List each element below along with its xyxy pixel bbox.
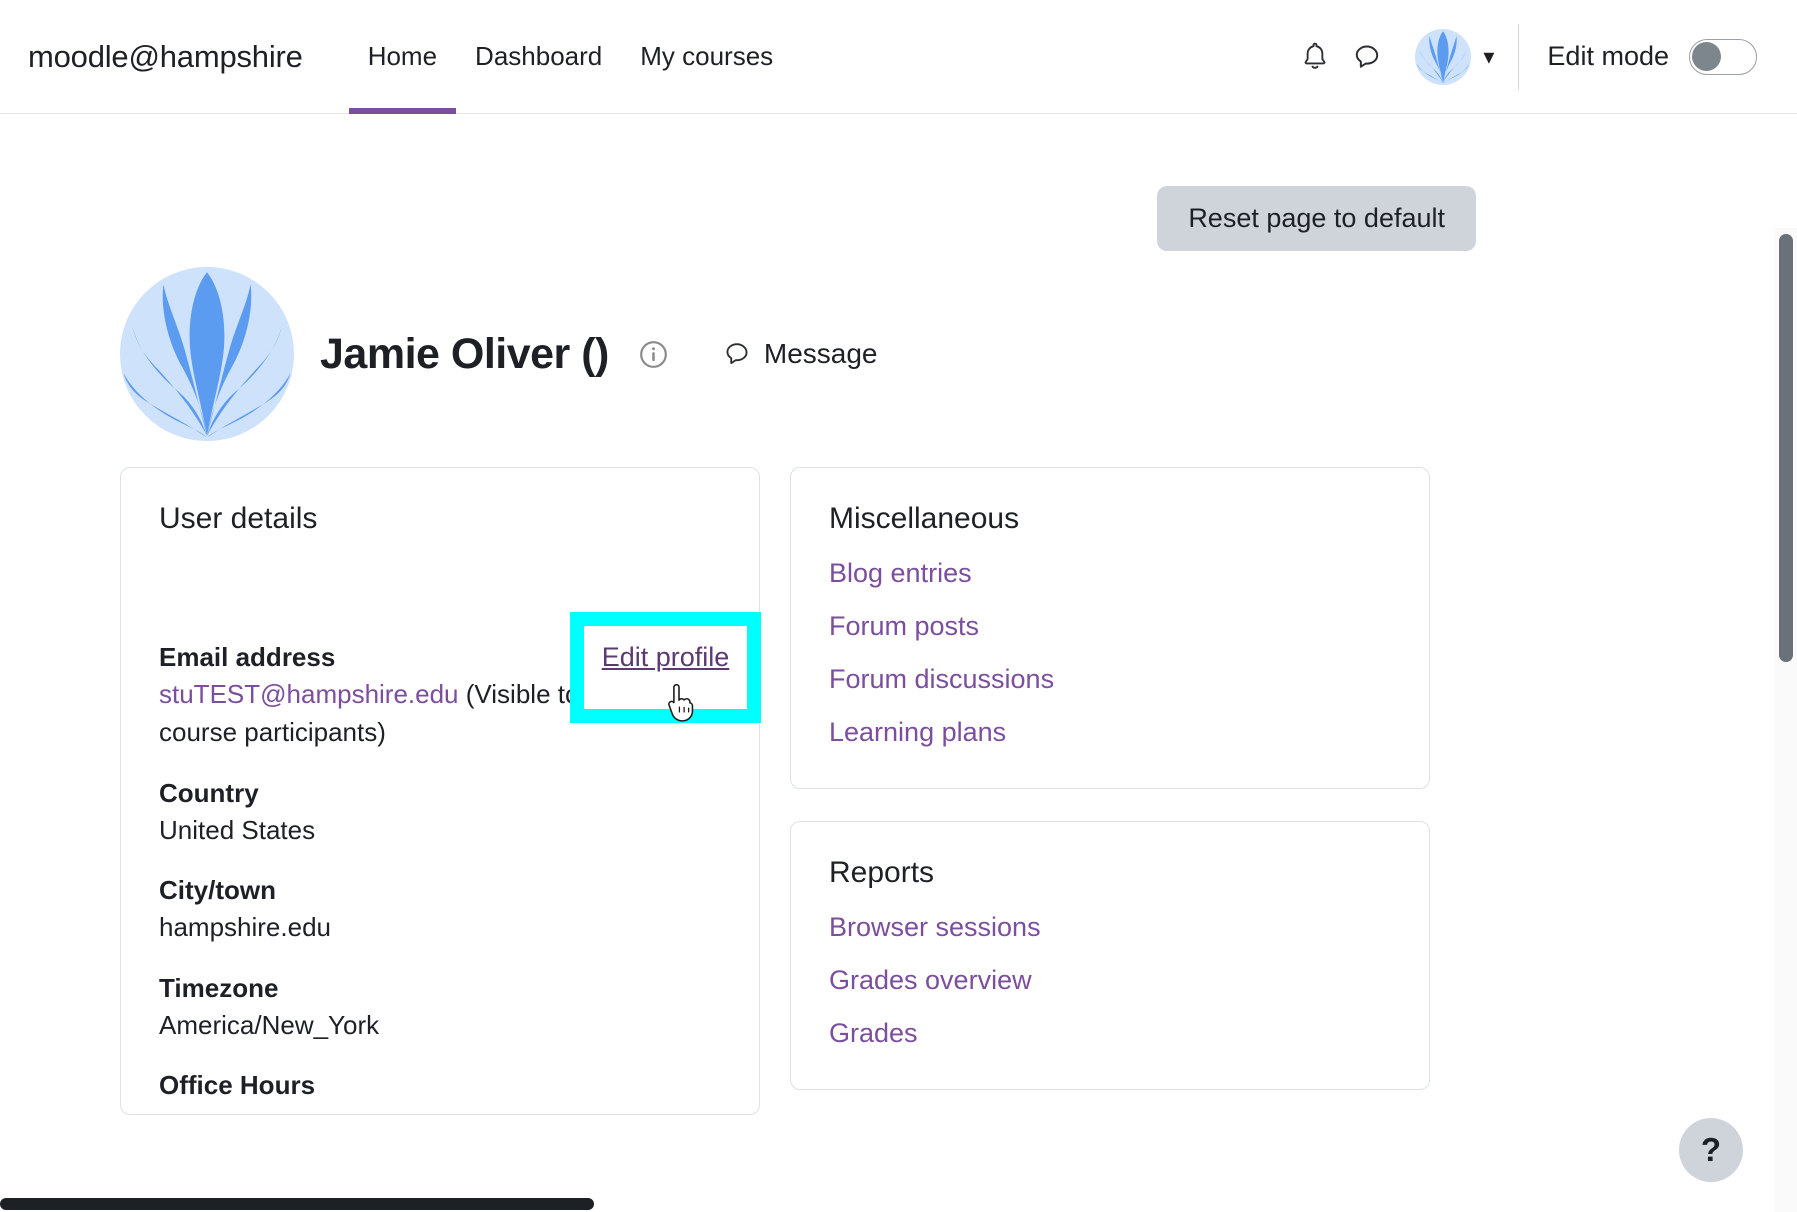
profile-columns: User details Email address stuTEST@hamps…: [120, 467, 1698, 1115]
detail-value-country: United States: [159, 814, 316, 845]
miscellaneous-card: Miscellaneous Blog entries Forum posts F…: [790, 467, 1430, 789]
message-link[interactable]: Message: [722, 338, 878, 370]
nav-item-my-courses[interactable]: My courses: [621, 0, 792, 114]
detail-value-timezone: America/New_York: [159, 1009, 380, 1040]
link-learning-plans[interactable]: Learning plans: [829, 717, 1391, 748]
nav-item-home[interactable]: Home: [348, 0, 457, 114]
right-column: Miscellaneous Blog entries Forum posts F…: [790, 467, 1430, 1090]
nav-item-dashboard[interactable]: Dashboard: [456, 0, 621, 114]
reports-card: Reports Browser sessions Grades overview…: [790, 821, 1430, 1090]
notifications-button[interactable]: [1289, 31, 1341, 83]
profile-avatar[interactable]: [120, 267, 294, 441]
page-body: Reset page to default Jamie Oliver () Me…: [0, 114, 1797, 1212]
message-label: Message: [763, 338, 878, 369]
vertical-scrollbar[interactable]: [1775, 228, 1797, 1212]
reports-title: Reports: [829, 856, 935, 889]
email-link[interactable]: stuTEST@hampshire.edu: [159, 679, 459, 709]
link-blog-entries[interactable]: Blog entries: [829, 558, 1391, 589]
edit-mode-label: Edit mode: [1547, 41, 1669, 71]
link-grades-overview[interactable]: Grades overview: [829, 965, 1391, 996]
vertical-scrollbar-thumb[interactable]: [1779, 234, 1793, 662]
speech-bubble-icon: [1356, 45, 1379, 68]
detail-label-office-hours: Office Hours: [159, 1070, 316, 1101]
primary-nav: Home Dashboard My courses: [348, 0, 792, 114]
link-forum-posts[interactable]: Forum posts: [829, 611, 1391, 642]
detail-city: City/town hampshire.edu: [159, 875, 721, 946]
edit-mode-control: Edit mode: [1547, 38, 1757, 75]
mouse-cursor-pointer: [668, 684, 694, 722]
navbar-right: ▾ Edit mode: [1289, 0, 1769, 113]
detail-office-hours: Office Hours: [159, 1070, 721, 1101]
info-circle-icon[interactable]: [639, 340, 668, 369]
link-grades[interactable]: Grades: [829, 1018, 1391, 1049]
reset-row: Reset page to default: [120, 114, 1698, 251]
chevron-down-icon: ▾: [1483, 43, 1495, 69]
help-button[interactable]: ?: [1679, 1118, 1743, 1182]
detail-label-country: Country: [159, 777, 259, 808]
detail-label-city: City/town: [159, 875, 276, 906]
reset-page-button[interactable]: Reset page to default: [1157, 186, 1476, 251]
messages-button[interactable]: [1341, 31, 1393, 83]
miscellaneous-title: Miscellaneous: [829, 502, 1020, 535]
toggle-knob: [1692, 41, 1721, 71]
bell-icon: [1304, 42, 1326, 69]
detail-country: Country United States: [159, 778, 721, 849]
user-details-card: User details Email address stuTEST@hamps…: [120, 467, 760, 1115]
speech-bubble-icon: [726, 343, 748, 365]
horizontal-scrollbar-thumb[interactable]: [0, 1198, 594, 1210]
user-details-title: User details: [159, 502, 318, 535]
navbar-divider: [1518, 23, 1520, 90]
page-title: Jamie Oliver (): [320, 329, 609, 378]
detail-timezone: Timezone America/New_York: [159, 973, 721, 1044]
edit-profile-link[interactable]: Edit profile: [584, 642, 747, 673]
detail-value-city: hampshire.edu: [159, 912, 331, 943]
page-content: Reset page to default Jamie Oliver () Me…: [0, 114, 1760, 1115]
left-column: User details Email address stuTEST@hamps…: [120, 467, 760, 1115]
edit-profile-highlight: Edit profile: [570, 612, 761, 723]
user-avatar: [1415, 28, 1472, 85]
horizontal-scrollbar[interactable]: [0, 1196, 1775, 1212]
edit-mode-toggle[interactable]: [1689, 38, 1757, 75]
detail-label-timezone: Timezone: [159, 972, 279, 1003]
link-forum-discussions[interactable]: Forum discussions: [829, 664, 1391, 695]
site-brand[interactable]: moodle@hampshire: [28, 39, 303, 75]
profile-header: Jamie Oliver () Message: [120, 267, 1698, 441]
link-browser-sessions[interactable]: Browser sessions: [829, 912, 1391, 943]
top-navbar: moodle@hampshire Home Dashboard My cours…: [0, 0, 1797, 114]
user-menu-button[interactable]: ▾: [1415, 28, 1495, 85]
